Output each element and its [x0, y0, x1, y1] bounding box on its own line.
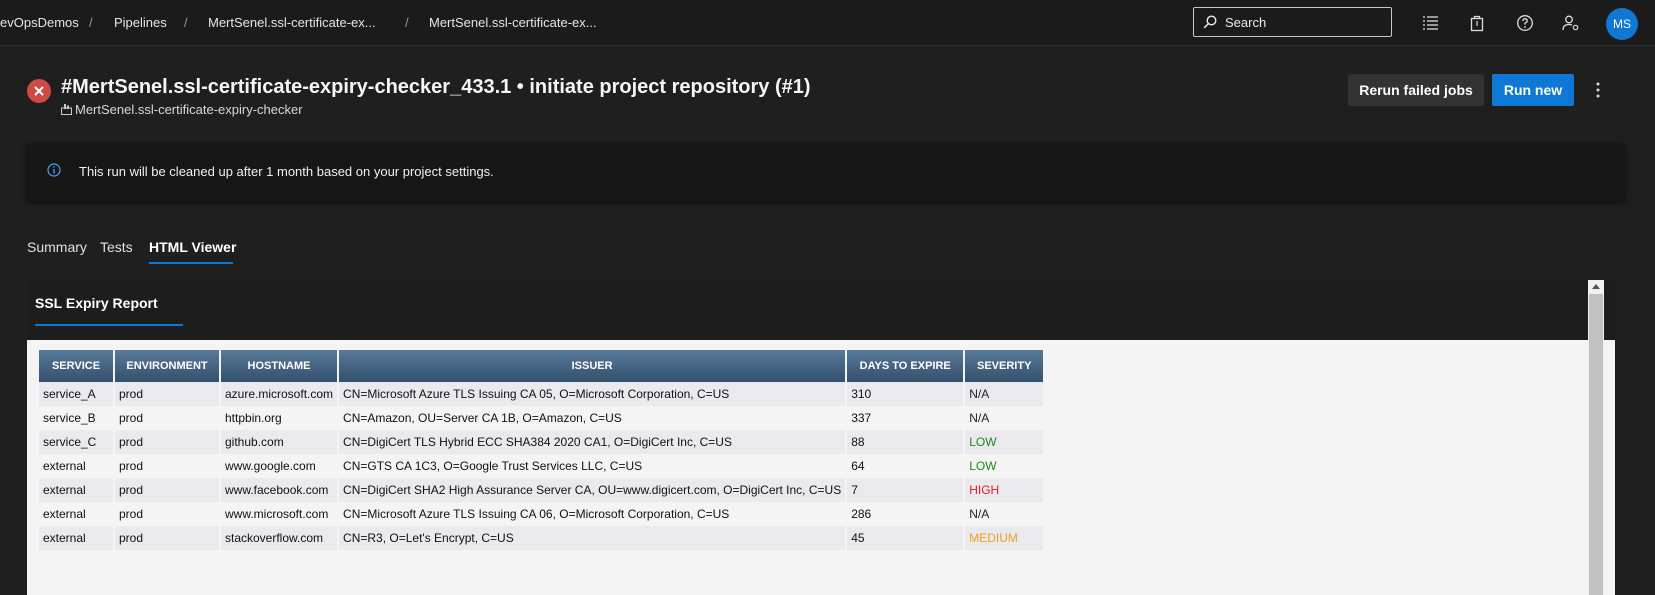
- info-icon: [47, 163, 61, 177]
- user-settings-icon[interactable]: [1562, 14, 1580, 32]
- search-box[interactable]: Search: [1193, 7, 1392, 37]
- tab-html-viewer[interactable]: HTML Viewer: [149, 239, 236, 255]
- column-header-severity: SEVERITY: [965, 350, 1044, 382]
- service-cell: service_B: [39, 406, 113, 430]
- severity-cell: N/A: [965, 406, 1044, 430]
- breadcrumb-pipeline[interactable]: MertSenel.ssl-certificate-ex...: [208, 15, 376, 30]
- avatar[interactable]: MS: [1606, 8, 1638, 40]
- hostname-cell: github.com: [221, 430, 338, 454]
- environment-cell: prod: [115, 502, 219, 526]
- environment-cell: prod: [115, 406, 219, 430]
- environment-cell: prod: [115, 478, 219, 502]
- report-title-underline: [35, 324, 183, 326]
- issuer-cell: CN=GTS CA 1C3, O=Google Trust Services L…: [339, 454, 846, 478]
- breadcrumb-organization[interactable]: evOpsDemos: [0, 15, 79, 30]
- issuer-cell: CN=R3, O=Let's Encrypt, C=US: [339, 526, 846, 550]
- breadcrumb-pipelines[interactable]: Pipelines: [114, 15, 167, 30]
- column-header-service: SERVICE: [39, 350, 113, 382]
- issuer-cell: CN=Microsoft Azure TLS Issuing CA 05, O=…: [339, 382, 846, 406]
- days-to-expire-cell: 337: [847, 406, 964, 430]
- environment-cell: prod: [115, 430, 219, 454]
- issuer-cell: CN=Microsoft Azure TLS Issuing CA 06, O=…: [339, 502, 846, 526]
- hostname-cell: azure.microsoft.com: [221, 382, 338, 406]
- issuer-cell: CN=DigiCert SHA2 High Assurance Server C…: [339, 478, 846, 502]
- hostname-cell: www.microsoft.com: [221, 502, 338, 526]
- days-to-expire-cell: 310: [847, 382, 964, 406]
- table-row: external prod www.facebook.com CN=DigiCert …: [39, 478, 1044, 502]
- table-row: service_B prod httpbin.org CN=Amazon, OU=Se…: [39, 406, 1044, 430]
- column-header-issuer: ISSUER: [339, 350, 846, 382]
- severity-cell: N/A: [965, 502, 1044, 526]
- retention-info-banner: This run will be cleaned up after 1 mont…: [27, 143, 1625, 201]
- hostname-cell: stackoverflow.com: [221, 526, 338, 550]
- run-new-button[interactable]: Run new: [1492, 74, 1574, 106]
- breadcrumb-separator: /: [405, 15, 409, 30]
- scrollbar-thumb[interactable]: [1589, 294, 1603, 595]
- hostname-cell: www.google.com: [221, 454, 338, 478]
- search-icon: [1203, 15, 1217, 29]
- help-icon[interactable]: [1516, 14, 1534, 32]
- days-to-expire-cell: 7: [847, 478, 964, 502]
- banner-message: This run will be cleaned up after 1 mont…: [79, 164, 494, 179]
- service-cell: external: [39, 478, 113, 502]
- html-viewer-frame: SSL Expiry Report SERVICE ENVIRONMENT HO…: [27, 280, 1615, 595]
- hostname-cell: httpbin.org: [221, 406, 338, 430]
- service-cell: service_A: [39, 382, 113, 406]
- more-options-icon[interactable]: [1595, 80, 1601, 100]
- issuer-cell: CN=Amazon, OU=Server CA 1B, O=Amazon, C=…: [339, 406, 846, 430]
- scroll-up-arrow-icon[interactable]: [1592, 284, 1600, 289]
- service-cell: external: [39, 502, 113, 526]
- service-cell: service_C: [39, 430, 113, 454]
- column-header-environment: ENVIRONMENT: [115, 350, 219, 382]
- failed-status-icon: [27, 79, 51, 103]
- environment-cell: prod: [115, 454, 219, 478]
- table-row: service_A prod azure.microsoft.com CN=Micro…: [39, 382, 1044, 406]
- table-body: service_A prod azure.microsoft.com CN=Micro…: [39, 382, 1044, 550]
- severity-cell: HIGH: [965, 478, 1044, 502]
- tab-tests[interactable]: Tests: [100, 239, 133, 255]
- ssl-expiry-table: SERVICE ENVIRONMENT HOSTNAME ISSUER DAYS…: [37, 350, 1045, 550]
- active-tab-indicator: [149, 262, 233, 264]
- shopping-bag-icon[interactable]: [1468, 14, 1486, 32]
- severity-cell: LOW: [965, 430, 1044, 454]
- issuer-cell: CN=DigiCert TLS Hybrid ECC SHA384 2020 C…: [339, 430, 846, 454]
- table-row: service_C prod github.com CN=DigiCert TLS H…: [39, 430, 1044, 454]
- days-to-expire-cell: 64: [847, 454, 964, 478]
- list-settings-icon[interactable]: [1422, 14, 1440, 32]
- breadcrumb-run[interactable]: MertSenel.ssl-certificate-ex...: [429, 15, 597, 30]
- viewer-scrollbar[interactable]: [1588, 280, 1604, 595]
- rerun-failed-jobs-button[interactable]: Rerun failed jobs: [1348, 74, 1484, 106]
- days-to-expire-cell: 45: [847, 526, 964, 550]
- environment-cell: prod: [115, 526, 219, 550]
- service-cell: external: [39, 454, 113, 478]
- days-to-expire-cell: 88: [847, 430, 964, 454]
- repository-link[interactable]: MertSenel.ssl-certificate-expiry-checker: [75, 102, 303, 117]
- environment-cell: prod: [115, 382, 219, 406]
- table-row: external prod stackoverflow.com CN=R3, O=Le…: [39, 526, 1044, 550]
- search-placeholder: Search: [1225, 15, 1267, 30]
- column-header-days-to-expire: DAYS TO EXPIRE: [847, 350, 964, 382]
- tab-summary[interactable]: Summary: [27, 239, 87, 255]
- severity-cell: MEDIUM: [965, 526, 1044, 550]
- repository-icon: [61, 104, 72, 115]
- hostname-cell: www.facebook.com: [221, 478, 338, 502]
- service-cell: external: [39, 526, 113, 550]
- severity-cell: N/A: [965, 382, 1044, 406]
- severity-cell: LOW: [965, 454, 1044, 478]
- top-bar: evOpsDemos / Pipelines / MertSenel.ssl-c…: [0, 0, 1655, 46]
- report-title[interactable]: SSL Expiry Report: [35, 295, 158, 311]
- column-header-hostname: HOSTNAME: [221, 350, 338, 382]
- breadcrumb-separator: /: [89, 15, 93, 30]
- breadcrumb-separator: /: [184, 15, 188, 30]
- days-to-expire-cell: 286: [847, 502, 964, 526]
- run-title: #MertSenel.ssl-certificate-expiry-checke…: [61, 76, 811, 98]
- table-row: external prod www.google.com CN=GTS CA 1C3,…: [39, 454, 1044, 478]
- report-header: SSL Expiry Report: [27, 280, 1615, 340]
- table-row: external prod www.microsoft.com CN=Microsof…: [39, 502, 1044, 526]
